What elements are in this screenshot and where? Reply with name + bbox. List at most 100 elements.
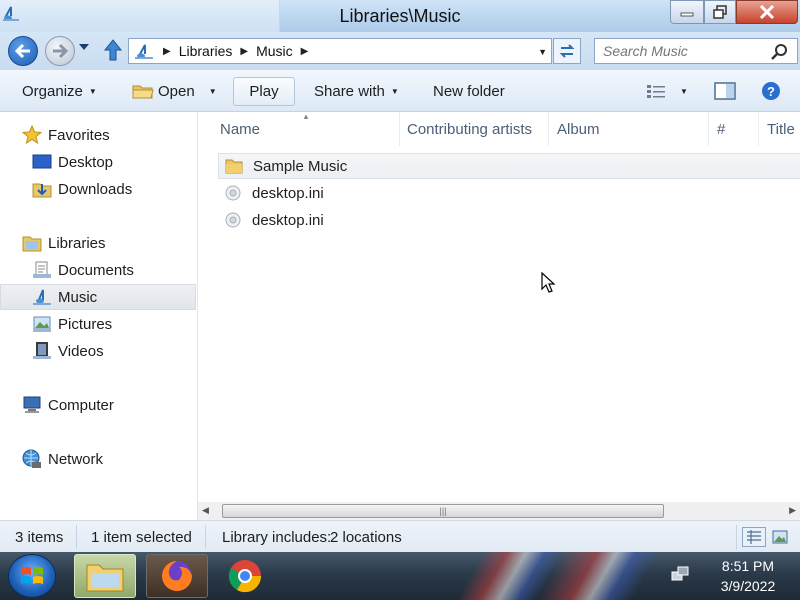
firefox-icon <box>162 561 192 591</box>
forward-button[interactable] <box>45 36 75 66</box>
refresh-button[interactable] <box>553 38 581 64</box>
recent-pages-dropdown[interactable] <box>79 44 89 52</box>
nav-label: Computer <box>48 396 114 414</box>
refresh-icon <box>559 44 575 58</box>
column-label: Contributing artists <box>407 120 533 138</box>
chevron-right-icon[interactable]: ▶ <box>301 46 309 57</box>
back-button[interactable] <box>8 36 38 66</box>
nav-item-documents[interactable]: Documents <box>0 257 196 283</box>
selection-count: 1 item selected <box>91 529 192 546</box>
chrome-icon <box>228 560 262 593</box>
nav-item-pictures[interactable]: Pictures <box>0 311 196 337</box>
clock-time: 8:51 PM <box>721 558 775 574</box>
arrow-left-icon <box>14 43 30 59</box>
nav-item-music[interactable]: Music <box>0 284 196 310</box>
nav-item-desktop[interactable]: Desktop <box>0 149 196 175</box>
column-number[interactable]: # <box>709 112 759 146</box>
svg-text:?: ? <box>767 84 775 99</box>
large-icons-view-button[interactable] <box>768 527 792 547</box>
nav-item-favorites[interactable]: Favorites <box>0 122 196 148</box>
play-button[interactable]: Play <box>233 77 295 106</box>
minimize-button[interactable] <box>670 0 704 24</box>
nav-label: Music <box>58 288 98 306</box>
chevron-right-icon[interactable]: ▶ <box>163 46 171 57</box>
column-label: Album <box>557 120 600 138</box>
nav-label: Downloads <box>58 180 133 198</box>
network-icon <box>22 449 42 469</box>
new-folder-button[interactable]: New folder <box>433 70 505 112</box>
address-bar[interactable]: ▶ Libraries ▶ Music ▶ ▼ <box>128 38 552 64</box>
column-label: Name <box>220 120 261 138</box>
share-with-button[interactable]: Share with ▼ <box>314 70 399 112</box>
taskbar-firefox-button[interactable] <box>146 554 208 598</box>
chevron-right-icon[interactable]: ▶ <box>240 46 248 57</box>
library-includes-label: Library includes: <box>222 529 332 546</box>
command-bar: Organize ▼ Open ▼ Play Share with ▼ New … <box>0 70 800 112</box>
search-icon[interactable] <box>771 43 789 61</box>
large-icons-view-icon <box>772 530 788 544</box>
organize-label: Organize <box>22 82 83 100</box>
open-button[interactable]: Open ▼ <box>132 70 217 112</box>
change-view-button[interactable]: ▼ <box>646 70 688 112</box>
play-label: Play <box>249 83 279 100</box>
preview-pane-button[interactable] <box>714 70 736 112</box>
breadcrumb-libraries[interactable]: Libraries <box>179 43 233 59</box>
organize-button[interactable]: Organize ▼ <box>22 70 97 112</box>
scroll-right-icon[interactable]: ▶ <box>789 505 796 516</box>
breadcrumb-music[interactable]: Music <box>256 43 293 59</box>
windows-logo-icon <box>21 567 43 584</box>
start-button[interactable] <box>8 554 56 598</box>
taskbar-clock[interactable]: 8:51 PM 3/9/2022 <box>700 556 796 596</box>
nav-item-libraries[interactable]: Libraries <box>0 230 196 256</box>
desktop-icon <box>32 152 52 172</box>
column-contributing-artists[interactable]: Contributing artists <box>399 112 549 146</box>
nav-item-computer[interactable]: Computer <box>0 392 196 418</box>
list-item[interactable]: desktop.ini <box>218 207 800 233</box>
column-title[interactable]: Title <box>759 112 800 146</box>
open-folder-icon <box>132 85 154 99</box>
chevron-down-icon[interactable]: ▼ <box>680 87 688 96</box>
network-tray-icon[interactable] <box>670 564 690 584</box>
nav-item-network[interactable]: Network <box>0 446 196 472</box>
taskbar-chrome-button[interactable] <box>214 554 276 598</box>
restore-icon <box>713 5 727 19</box>
videos-icon <box>32 341 52 361</box>
settings-file-icon <box>224 211 242 229</box>
help-icon: ? <box>762 82 780 100</box>
library-locations-link[interactable]: 2 locations <box>330 529 402 546</box>
restore-button[interactable] <box>704 0 736 24</box>
column-headers: Name ▲ Contributing artists Album # Titl… <box>198 112 800 146</box>
search-box[interactable] <box>594 38 798 64</box>
search-input[interactable] <box>595 43 765 59</box>
up-arrow-icon[interactable] <box>103 38 123 62</box>
file-name: Sample Music <box>253 157 348 175</box>
help-button[interactable]: ? <box>761 70 781 112</box>
column-label: Title <box>767 120 795 138</box>
address-row: ▶ Libraries ▶ Music ▶ ▼ <box>0 32 800 70</box>
nav-item-downloads[interactable]: Downloads <box>0 176 196 202</box>
horizontal-scrollbar[interactable]: ◀ ||| ▶ <box>198 502 800 520</box>
scrollbar-thumb[interactable]: ||| <box>222 504 664 518</box>
mouse-cursor-icon <box>541 272 556 293</box>
taskbar-explorer-button[interactable] <box>74 554 136 598</box>
status-bar: 3 items 1 item selected Library includes… <box>0 520 800 552</box>
open-label: Open <box>158 82 195 100</box>
computer-icon <box>22 395 42 415</box>
column-album[interactable]: Album <box>549 112 709 146</box>
list-item[interactable]: Sample Music <box>218 153 800 179</box>
details-view-button[interactable] <box>742 527 766 547</box>
divider <box>736 525 737 549</box>
close-button[interactable] <box>736 0 798 24</box>
nav-label: Network <box>48 450 104 468</box>
scroll-left-icon[interactable]: ◀ <box>202 505 209 516</box>
list-item[interactable]: desktop.ini <box>218 180 800 206</box>
libraries-icon <box>22 233 42 253</box>
divider <box>205 525 206 549</box>
address-dropdown-icon[interactable]: ▼ <box>538 47 547 57</box>
folder-icon <box>225 157 243 175</box>
grip-icon: ||| <box>439 506 447 516</box>
documents-icon <box>32 260 52 280</box>
chevron-down-icon[interactable]: ▼ <box>209 87 217 96</box>
minimize-icon <box>680 12 694 17</box>
nav-item-videos[interactable]: Videos <box>0 338 196 364</box>
